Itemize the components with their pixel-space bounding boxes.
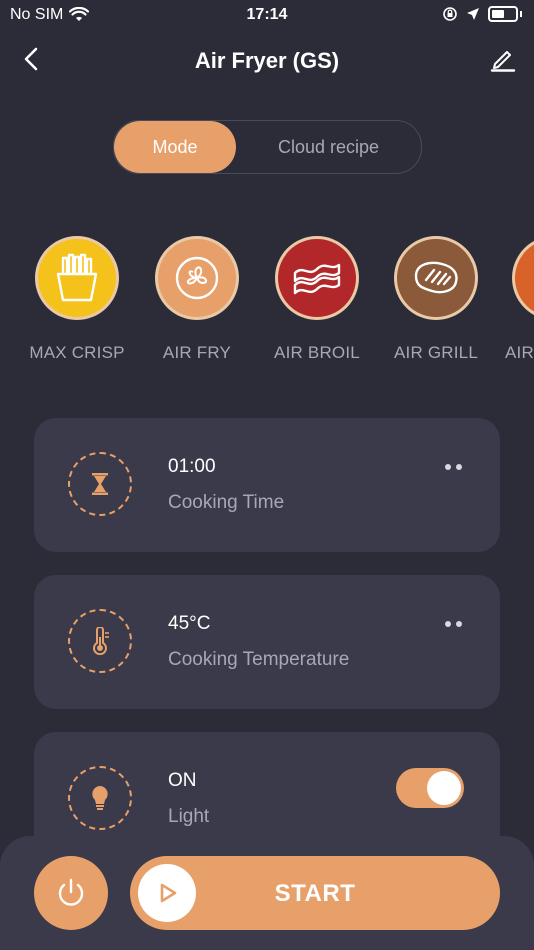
hourglass-icon bbox=[68, 452, 132, 516]
header: Air Fryer (GS) bbox=[0, 38, 534, 84]
partial-mode-icon bbox=[512, 236, 534, 320]
mode-label: AIR bbox=[505, 343, 534, 362]
cooking-time-value: 01:00 bbox=[168, 456, 216, 477]
mode-air-broil[interactable]: AIR BROIL bbox=[257, 236, 377, 363]
pencil-icon bbox=[490, 51, 516, 72]
mode-label: MAX CRISP bbox=[29, 343, 125, 362]
location-icon bbox=[467, 8, 479, 20]
light-toggle[interactable] bbox=[396, 768, 464, 808]
bacon-icon bbox=[275, 236, 359, 320]
cooking-time-label: Cooking Time bbox=[168, 492, 285, 513]
fries-icon bbox=[35, 236, 119, 320]
start-label: START bbox=[274, 880, 356, 907]
lightbulb-icon bbox=[68, 766, 132, 830]
cooking-time-card[interactable]: 01:00 Cooking Time bbox=[34, 418, 500, 552]
mode-label: AIR FRY bbox=[162, 343, 232, 362]
tab-switcher: Mode Cloud recipe bbox=[113, 120, 422, 174]
more-options-button[interactable] bbox=[441, 460, 466, 474]
status-bar: No SIM 17:14 bbox=[0, 0, 534, 32]
tab-cloud-recipe[interactable]: Cloud recipe bbox=[236, 121, 421, 173]
mode-air-fry[interactable]: AIR FRY bbox=[137, 236, 257, 363]
mode-max-crisp[interactable]: MAX CRISP bbox=[17, 236, 137, 363]
start-button[interactable]: START bbox=[130, 856, 500, 930]
cooking-temperature-card[interactable]: 45°C Cooking Temperature bbox=[34, 575, 500, 709]
tab-mode[interactable]: Mode bbox=[114, 121, 236, 173]
mode-partial[interactable]: AIR bbox=[472, 236, 534, 363]
status-right bbox=[442, 6, 522, 22]
thermometer-icon bbox=[68, 609, 132, 673]
orientation-lock-icon bbox=[443, 7, 457, 21]
bottom-action-bar: START bbox=[0, 836, 534, 950]
more-options-button[interactable] bbox=[441, 617, 466, 631]
mode-label: AIR BROIL bbox=[274, 343, 360, 362]
battery-tip bbox=[520, 11, 522, 17]
steak-icon bbox=[394, 236, 478, 320]
light-label: Light bbox=[168, 806, 210, 827]
cooking-temperature-label: Cooking Temperature bbox=[168, 649, 350, 670]
battery-icon bbox=[488, 6, 518, 22]
fan-icon bbox=[155, 236, 239, 320]
cooking-temperature-value: 45°C bbox=[168, 613, 211, 634]
page-title: Air Fryer (GS) bbox=[194, 48, 340, 73]
power-icon bbox=[58, 878, 84, 906]
power-button[interactable] bbox=[34, 856, 108, 930]
light-value: ON bbox=[168, 770, 197, 791]
edit-button[interactable] bbox=[488, 44, 518, 74]
mode-carousel[interactable]: MAX CRISP AIR FRY AIR BROIL AIR GRILL AI… bbox=[0, 236, 534, 376]
